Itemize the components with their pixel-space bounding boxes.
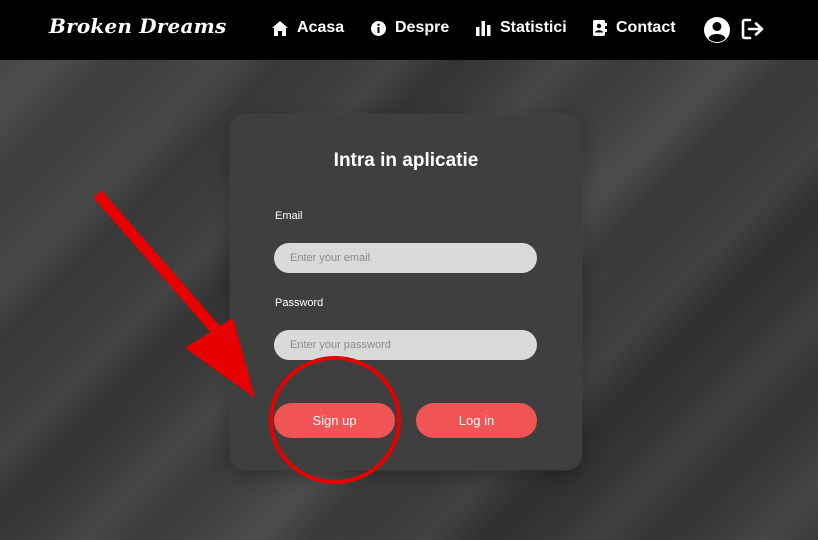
password-input[interactable]: [274, 330, 537, 360]
nav-label: Contact: [616, 19, 676, 36]
top-navbar: Broken Dreams Acasa Despre Statistici Co…: [0, 0, 818, 60]
nav-label: Acasa: [297, 19, 345, 36]
login-title: Intra in aplicatie: [333, 150, 479, 171]
nav-item-acasa[interactable]: Acasa: [272, 19, 344, 37]
email-input[interactable]: [274, 243, 537, 273]
user-icon[interactable]: [703, 16, 731, 49]
email-label: Email: [275, 210, 303, 222]
nav-item-despre[interactable]: Despre: [371, 19, 449, 37]
nav-label: Statistici: [500, 19, 567, 36]
password-label: Password: [275, 297, 324, 309]
home-icon: [272, 20, 288, 36]
login-card: Intra in aplicatie Email Password Sign u…: [230, 114, 582, 470]
brand-logo[interactable]: Broken Dreams: [49, 14, 226, 38]
login-button[interactable]: Log in: [416, 403, 537, 438]
nav-label: Despre: [395, 19, 450, 36]
signup-button[interactable]: Sign up: [274, 403, 395, 438]
contact-card-icon: [593, 20, 607, 36]
logout-icon[interactable]: [741, 18, 765, 45]
nav-item-statistici[interactable]: Statistici: [476, 19, 567, 37]
bar-chart-icon: [476, 20, 491, 36]
nav-item-contact[interactable]: Contact: [593, 19, 676, 37]
info-icon: [371, 20, 386, 36]
